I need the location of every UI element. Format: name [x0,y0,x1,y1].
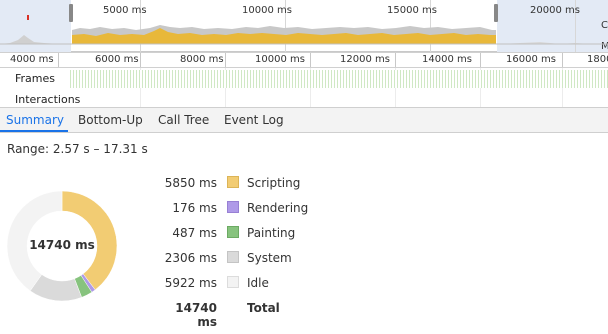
interactions-track[interactable]: Interactions [0,90,608,108]
activity-donut-chart: 14740 ms [5,189,119,303]
ruler-tick-label: 1800 [587,54,608,65]
ruler-tick-label: 12000 ms [340,54,390,65]
ruler-tick-label: 10000 ms [255,54,305,65]
ruler-tick-label: 4000 ms [10,54,54,65]
donut-center-total: 14740 ms [29,238,95,252]
time-ruler: 4000 ms 6000 ms 8000 ms 10000 ms 12000 m… [0,52,608,68]
tab-call-tree[interactable]: Call Tree [158,108,209,132]
total-value: 14740 ms [175,301,217,329]
legend-row-total: 14740 ms Total [155,297,355,329]
ruler-tick [395,53,396,67]
painting-swatch [227,226,239,238]
idle-swatch [227,276,239,288]
timeline-overview[interactable]: 5000 ms 10000 ms 15000 ms 20000 ms C M [0,0,608,52]
legend-row-system: 2306 ms System [155,247,355,272]
ruler-tick [225,53,226,67]
range-text: Range: 2.57 s – 17.31 s [7,142,148,156]
legend-row-idle: 5922 ms Idle [155,272,355,297]
tab-bottom-up[interactable]: Bottom-Up [78,108,143,132]
legend-label: Scripting [247,176,301,190]
total-label: Total [247,301,280,315]
legend-row-scripting: 5850 ms Scripting [155,172,355,197]
legend-row-rendering: 176 ms Rendering [155,197,355,222]
ruler-tick-label: 16000 ms [506,54,556,65]
legend-value: 5922 ms [164,276,217,290]
ruler-tick [310,53,311,67]
ruler-tick-label: 14000 ms [422,54,472,65]
legend-value: 176 ms [172,201,217,215]
ruler-tick-label: 8000 ms [180,54,224,65]
frames-track-label[interactable]: Frames [15,72,55,85]
legend-value: 487 ms [172,226,217,240]
legend-value: 5850 ms [164,176,217,190]
ruler-tick [480,53,481,67]
ruler-tick [140,53,141,67]
overview-right-handle[interactable] [494,4,498,22]
legend-label: Painting [247,226,296,240]
legend-label: System [247,251,292,265]
system-swatch [227,251,239,263]
overview-left-handle[interactable] [69,4,73,22]
long-task-marker [27,15,29,20]
legend-row-painting: 487 ms Painting [155,222,355,247]
scripting-swatch [227,176,239,188]
frames-strip[interactable] [70,70,608,88]
tab-event-log[interactable]: Event Log [224,108,284,132]
legend-value: 2306 ms [164,251,217,265]
interactions-track-label[interactable]: Interactions [15,93,80,106]
rendering-swatch [227,201,239,213]
tab-summary[interactable]: Summary [6,108,64,132]
active-tab-indicator [0,130,68,132]
cpu-activity-graph [0,25,608,45]
ruler-tick [562,53,563,67]
ruler-tick-label: 6000 ms [95,54,139,65]
details-tab-bar: Summary Bottom-Up Call Tree Event Log [0,107,608,133]
legend-label: Idle [247,276,269,290]
legend-label: Rendering [247,201,309,215]
ruler-tick [58,53,59,67]
